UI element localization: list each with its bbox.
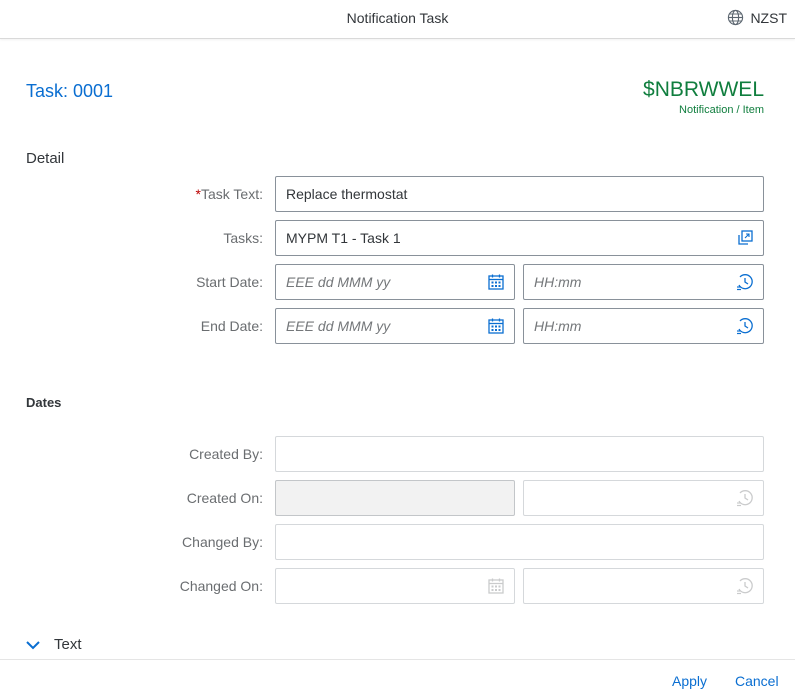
tasks-label: Tasks: bbox=[223, 230, 263, 246]
cancel-button[interactable]: Cancel bbox=[735, 673, 779, 689]
top-bar: Notification Task NZST bbox=[0, 0, 795, 39]
time-icon bbox=[737, 490, 753, 507]
end-date-picker[interactable]: EEE dd MMM yy bbox=[275, 308, 515, 344]
text-section-toggle[interactable]: Text bbox=[26, 636, 82, 653]
chevron-down-icon bbox=[26, 640, 40, 649]
changed-on-date-field bbox=[275, 568, 515, 604]
created-on-label: Created On: bbox=[186, 490, 263, 506]
end-date-placeholder: EEE dd MMM yy bbox=[286, 318, 391, 334]
task-text-value: Replace thermostat bbox=[286, 186, 408, 202]
object-subtitle: Notification / Item bbox=[679, 104, 764, 116]
task-text-label: *Task Text: bbox=[195, 186, 263, 202]
start-time-picker[interactable]: HH:mm bbox=[523, 264, 764, 300]
created-by-label: Created By: bbox=[189, 446, 263, 462]
calendar-icon[interactable] bbox=[487, 273, 505, 291]
timezone-label: NZST bbox=[750, 9, 787, 26]
changed-on-label: Changed On: bbox=[179, 578, 263, 594]
created-on-date-field bbox=[275, 480, 515, 516]
time-icon bbox=[737, 578, 753, 595]
object-id: $NBRWWEL bbox=[643, 78, 764, 101]
text-section-title: Text bbox=[54, 636, 82, 653]
tasks-input[interactable]: MYPM T1 - Task 1 bbox=[275, 220, 764, 256]
detail-section-title: Detail bbox=[26, 150, 65, 167]
calendar-icon bbox=[488, 578, 504, 594]
created-by-field bbox=[275, 436, 764, 472]
time-icon[interactable] bbox=[736, 273, 754, 291]
globe-icon bbox=[728, 9, 744, 26]
changed-by-field bbox=[275, 524, 764, 560]
tasks-value: MYPM T1 - Task 1 bbox=[286, 230, 401, 246]
start-date-placeholder: EEE dd MMM yy bbox=[286, 274, 391, 290]
calendar-icon[interactable] bbox=[487, 317, 505, 335]
changed-on-time-field bbox=[523, 568, 764, 604]
start-date-picker[interactable]: EEE dd MMM yy bbox=[275, 264, 515, 300]
dates-section-title: Dates bbox=[26, 395, 62, 410]
end-time-picker[interactable]: HH:mm bbox=[523, 308, 764, 344]
value-help-icon[interactable] bbox=[736, 229, 754, 247]
changed-by-label: Changed By: bbox=[182, 534, 263, 550]
apply-button[interactable]: Apply bbox=[672, 673, 707, 689]
page-header-title: Notification Task bbox=[346, 10, 449, 26]
object-title: Task: 0001 bbox=[26, 81, 114, 101]
footer-toolbar: Apply Cancel bbox=[0, 659, 795, 700]
timezone-button[interactable]: NZST bbox=[727, 9, 787, 26]
end-date-label: End Date: bbox=[200, 318, 263, 334]
start-time-placeholder: HH:mm bbox=[534, 274, 582, 290]
time-icon[interactable] bbox=[736, 317, 754, 335]
end-time-placeholder: HH:mm bbox=[534, 318, 582, 334]
task-text-input[interactable]: Replace thermostat bbox=[275, 176, 764, 212]
start-date-label: Start Date: bbox=[196, 274, 263, 290]
created-on-time-field bbox=[523, 480, 764, 516]
